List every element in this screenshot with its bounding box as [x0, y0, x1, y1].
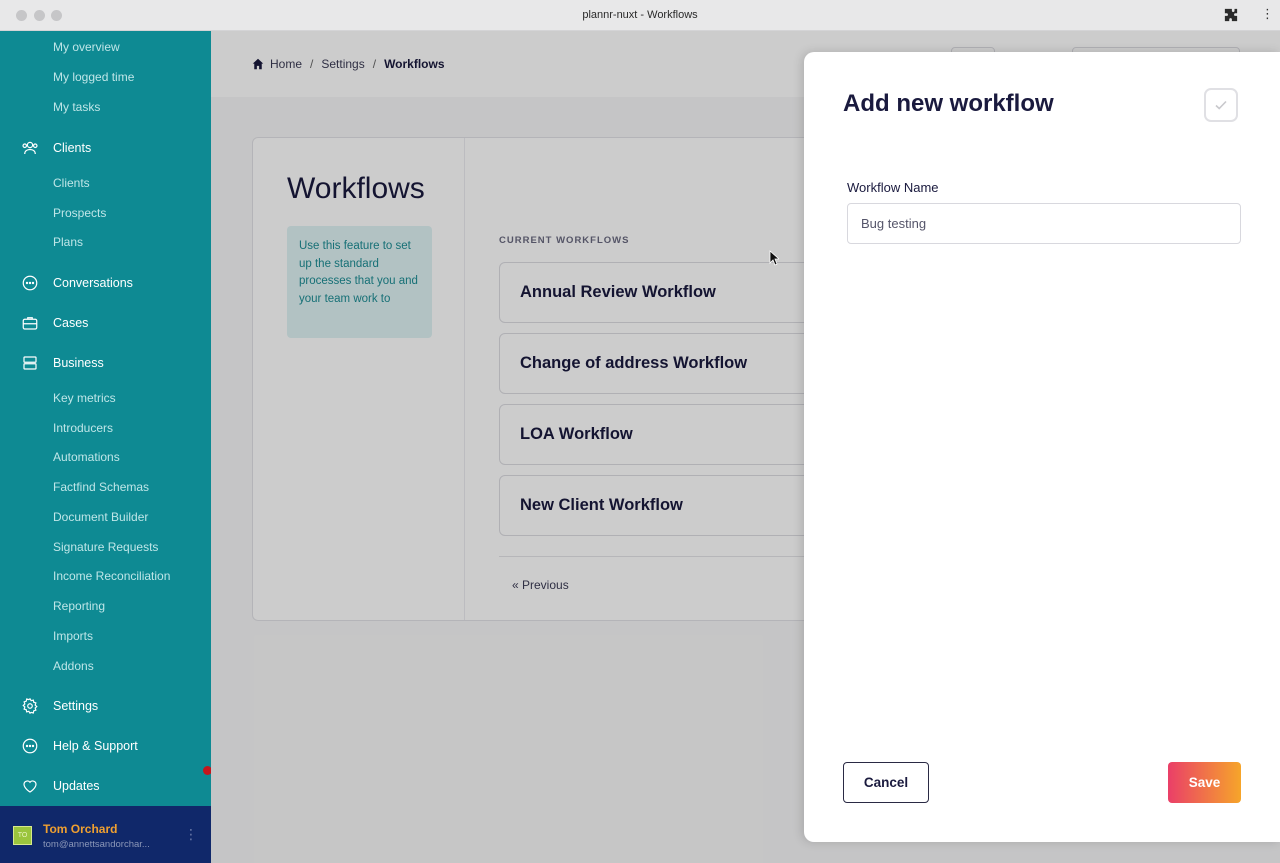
- sidebar-item-key-metrics[interactable]: Key metrics: [53, 391, 116, 405]
- briefcase-icon: [20, 313, 40, 333]
- sidebar-item-my-overview[interactable]: My overview: [53, 40, 120, 54]
- sidebar-item-prospects[interactable]: Prospects: [53, 206, 106, 220]
- sidebar-label-updates: Updates: [53, 779, 100, 793]
- sidebar-item-updates[interactable]: Updates: [20, 776, 100, 796]
- sidebar-item-conversations[interactable]: Conversations: [20, 273, 133, 293]
- sidebar-item-help-support[interactable]: Help & Support: [20, 736, 138, 756]
- sidebar-item-document-builder[interactable]: Document Builder: [53, 510, 148, 524]
- checkmark-icon: [1213, 97, 1229, 113]
- chat-icon: [20, 736, 40, 756]
- chat-icon: [20, 273, 40, 293]
- user-menu-icon[interactable]: ⋮: [184, 826, 198, 843]
- user-profile-bar[interactable]: TO Tom Orchard tom@annettsandorchar... ⋮: [0, 806, 211, 863]
- sidebar-item-imports[interactable]: Imports: [53, 629, 93, 643]
- save-button[interactable]: Save: [1168, 762, 1241, 803]
- workflow-name-input[interactable]: [847, 203, 1241, 244]
- add-workflow-drawer: Add new workflow Workflow Name Cancel Sa…: [804, 52, 1280, 842]
- sidebar-item-introducers[interactable]: Introducers: [53, 421, 113, 435]
- heart-icon: [20, 776, 40, 796]
- sidebar-item-business-section[interactable]: Business: [20, 353, 104, 373]
- user-email: tom@annettsandorchar...: [43, 839, 150, 850]
- window-title: plannr-nuxt - Workflows: [582, 9, 698, 21]
- sidebar-label-conversations: Conversations: [53, 276, 133, 290]
- cancel-button[interactable]: Cancel: [843, 762, 929, 803]
- window-titlebar: plannr-nuxt - Workflows ⋮: [0, 0, 1280, 31]
- workflow-name-label: Workflow Name: [847, 180, 939, 195]
- more-menu-icon[interactable]: ⋮: [1261, 6, 1274, 22]
- sidebar: My overview My logged time My tasks Clie…: [0, 31, 211, 863]
- avatar: TO: [13, 826, 32, 845]
- sidebar-item-factfind-schemas[interactable]: Factfind Schemas: [53, 480, 149, 494]
- sidebar-label-clients: Clients: [53, 141, 92, 155]
- server-icon: [20, 353, 40, 373]
- extensions-icon[interactable]: [1224, 8, 1238, 25]
- users-icon: [20, 138, 40, 158]
- sidebar-item-plans[interactable]: Plans: [53, 235, 83, 249]
- user-name: Tom Orchard: [43, 822, 118, 836]
- sidebar-item-clients[interactable]: Clients: [53, 176, 90, 190]
- sidebar-label-business: Business: [53, 356, 104, 370]
- sidebar-item-my-logged-time[interactable]: My logged time: [53, 70, 134, 84]
- sidebar-item-cases[interactable]: Cases: [20, 313, 88, 333]
- sidebar-item-income-reconciliation[interactable]: Income Reconciliation: [53, 569, 170, 583]
- mouse-cursor-icon: [769, 250, 781, 271]
- sidebar-item-my-tasks[interactable]: My tasks: [53, 100, 100, 114]
- sidebar-item-reporting[interactable]: Reporting: [53, 599, 105, 613]
- drawer-title: Add new workflow: [843, 90, 1054, 117]
- sidebar-label-cases: Cases: [53, 316, 89, 330]
- sidebar-label-settings: Settings: [53, 699, 99, 713]
- sidebar-item-automations[interactable]: Automations: [53, 450, 120, 464]
- confirm-button[interactable]: [1204, 88, 1238, 122]
- sidebar-label-help: Help & Support: [53, 739, 138, 753]
- sidebar-item-settings[interactable]: Settings: [20, 696, 98, 716]
- gear-icon: [20, 696, 40, 716]
- sidebar-item-clients-section[interactable]: Clients: [20, 138, 91, 158]
- sidebar-item-addons[interactable]: Addons: [53, 659, 94, 673]
- sidebar-item-signature-requests[interactable]: Signature Requests: [53, 540, 158, 554]
